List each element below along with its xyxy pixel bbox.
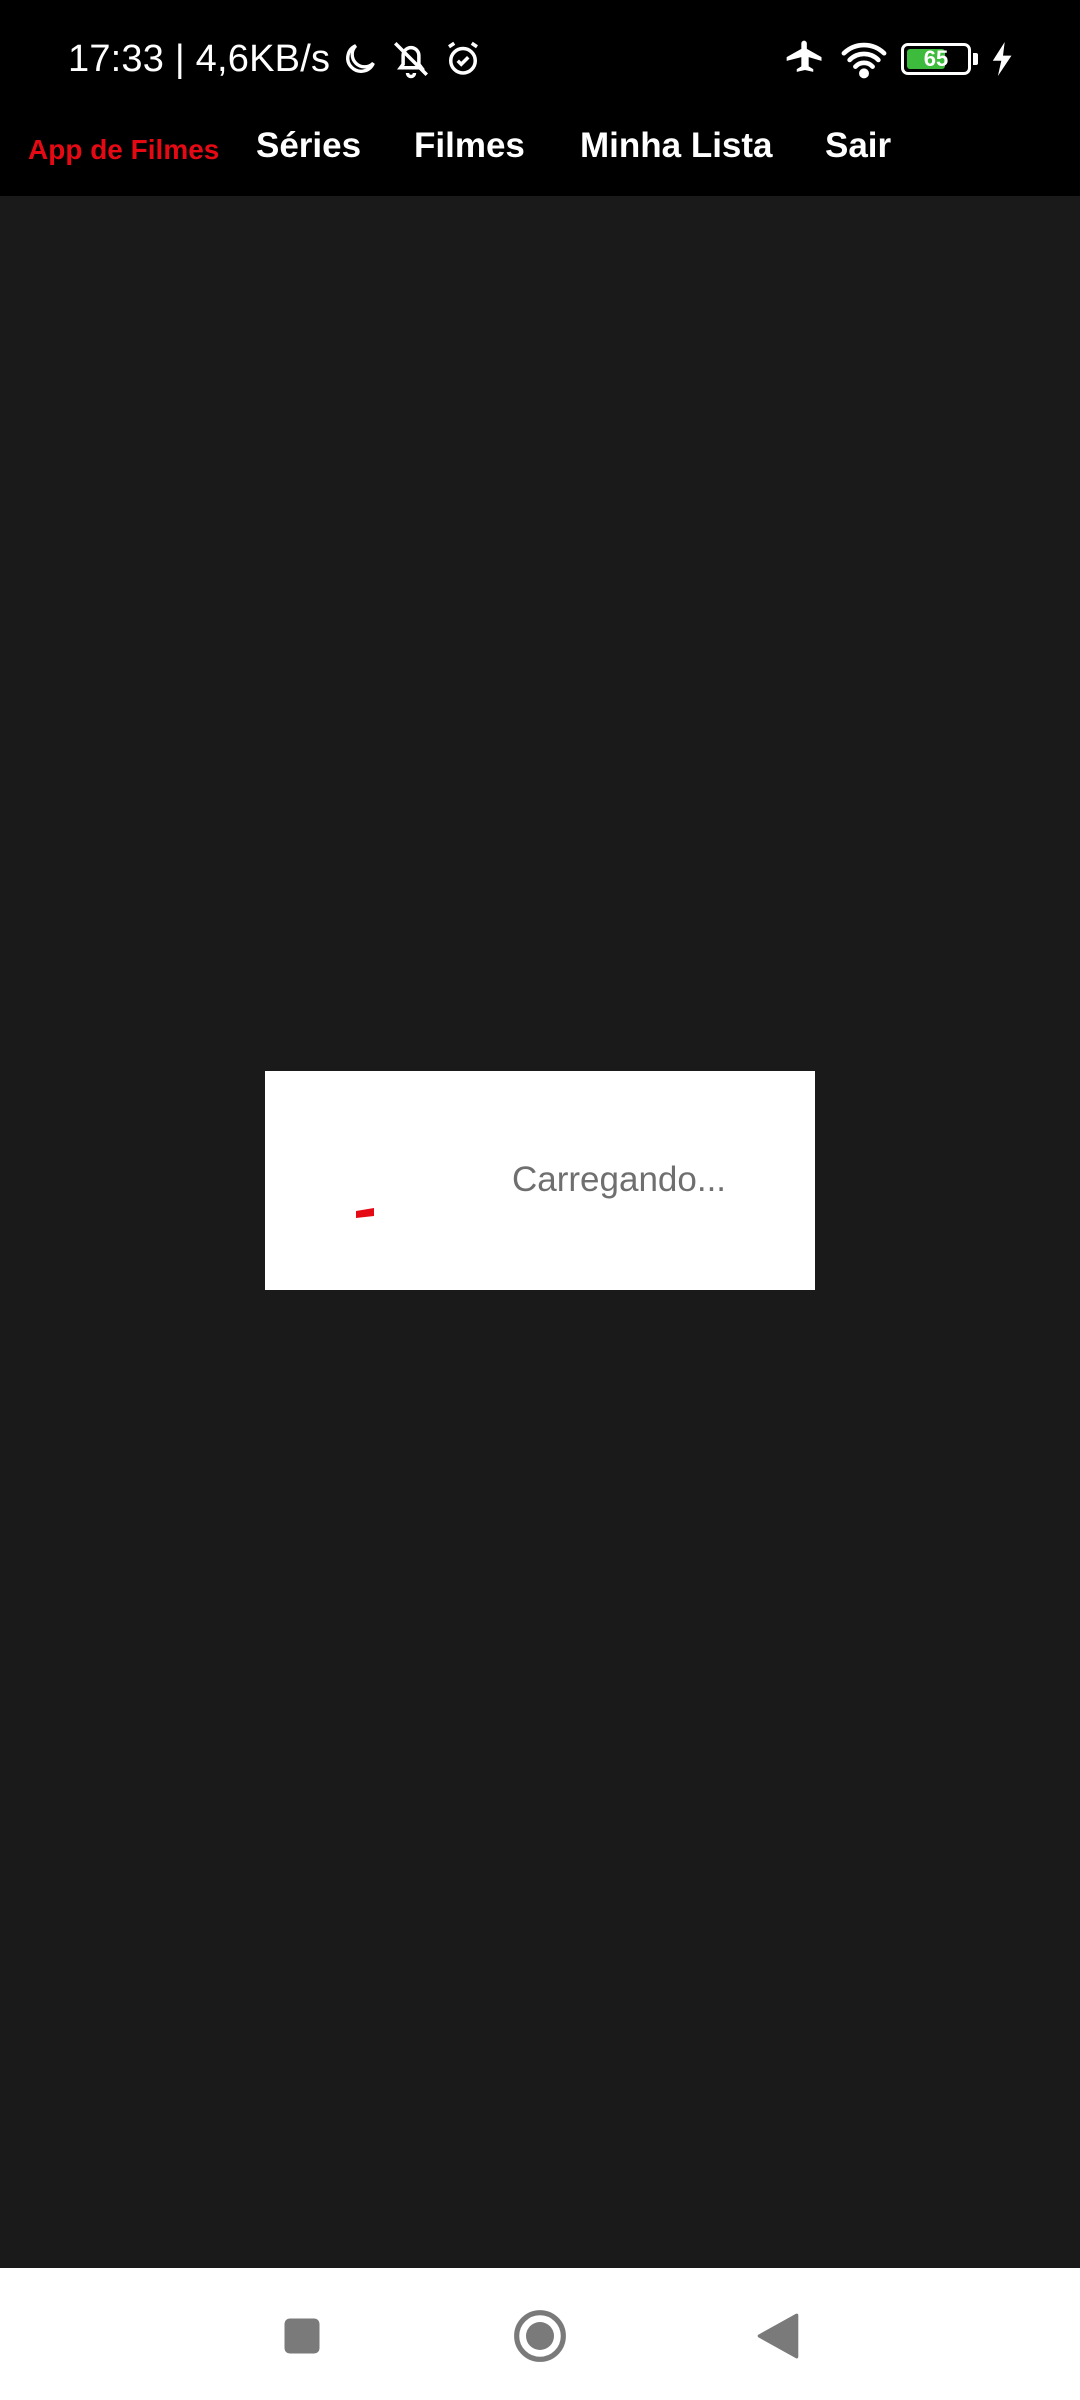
status-left: 17:33 | 4,6KB/s (68, 30, 484, 88)
recents-icon[interactable] (274, 2308, 330, 2364)
airplane-icon (783, 37, 827, 81)
app-nav-bar: App de Filmes Séries Filmes Minha Lista … (0, 116, 1080, 196)
battery-icon: 65 (901, 43, 971, 75)
back-icon[interactable] (750, 2308, 806, 2364)
loading-message: Carregando... (512, 1160, 727, 1199)
system-nav-bar (0, 2268, 1080, 2400)
app-brand-link[interactable]: App de Filmes (28, 134, 219, 166)
status-bar: 17:33 | 4,6KB/s 65 (0, 0, 1080, 116)
charging-icon (992, 42, 1014, 76)
alarm-icon (442, 38, 484, 80)
status-time-speed: 17:33 | 4,6KB/s (68, 37, 331, 80)
moon-icon (340, 39, 380, 79)
nav-link-sair[interactable]: Sair (825, 126, 891, 166)
loading-spinner-icon (340, 1198, 380, 1243)
battery-level: 65 (923, 46, 949, 71)
nav-link-series[interactable]: Séries (256, 126, 361, 166)
nav-link-filmes[interactable]: Filmes (414, 126, 525, 166)
wifi-icon (841, 39, 887, 79)
app-screen: 17:33 | 4,6KB/s 65 App de Filmes Séries … (0, 0, 1080, 2400)
status-right: 65 (783, 30, 1014, 88)
battery-cap (973, 53, 978, 65)
home-icon[interactable] (512, 2308, 568, 2364)
nav-link-minha-lista[interactable]: Minha Lista (580, 126, 773, 166)
bell-off-icon (390, 38, 432, 80)
